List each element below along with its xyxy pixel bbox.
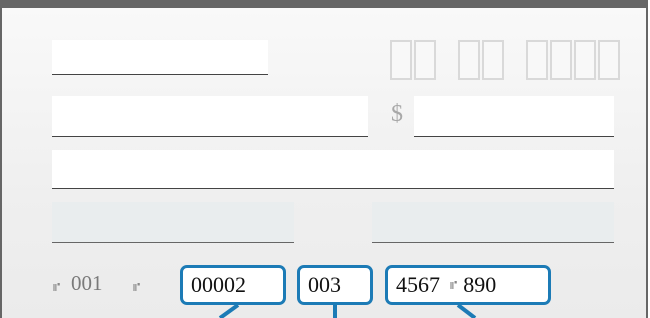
check-pointer-line xyxy=(456,303,477,318)
callout-pointers xyxy=(218,303,477,318)
routing-pointer-line xyxy=(218,303,240,318)
